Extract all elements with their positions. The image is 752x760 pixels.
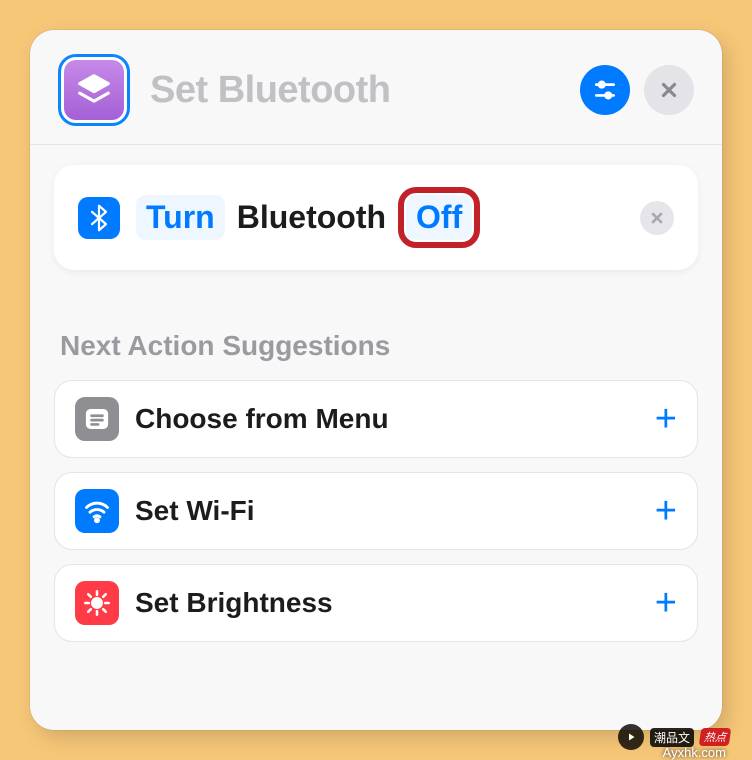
menu-icon-tile [75, 397, 119, 441]
suggestion-set-wifi[interactable]: Set Wi-Fi + [54, 472, 698, 550]
bluetooth-icon [87, 204, 111, 232]
close-icon [649, 210, 665, 226]
bluetooth-icon-tile [78, 197, 120, 239]
action-text: Turn Bluetooth Off [136, 187, 480, 248]
suggestion-label: Set Wi-Fi [135, 495, 255, 527]
suggestion-label: Choose from Menu [135, 403, 389, 435]
action-verb-token[interactable]: Turn [136, 195, 225, 240]
wifi-icon [83, 497, 111, 525]
remove-action-button[interactable] [640, 201, 674, 235]
watermark-text-2: 热点 [699, 728, 732, 746]
highlight-frame: Off [398, 187, 480, 248]
suggestion-label: Set Brightness [135, 587, 333, 619]
shortcut-icon-tile [64, 60, 124, 120]
action-state-token[interactable]: Off [406, 195, 472, 240]
menu-list-icon [84, 406, 110, 432]
settings-button[interactable] [580, 65, 630, 115]
close-button[interactable] [644, 65, 694, 115]
plus-icon[interactable]: + [655, 582, 677, 625]
close-icon [658, 79, 680, 101]
brightness-icon-tile [75, 581, 119, 625]
plus-icon[interactable]: + [655, 398, 677, 441]
suggestion-set-brightness[interactable]: Set Brightness + [54, 564, 698, 642]
shortcuts-panel: Set Bluetooth Turn Bluetooth [30, 30, 722, 730]
watermark-url: Ayxhk.com [663, 745, 726, 760]
layers-icon [75, 71, 113, 109]
sliders-icon [592, 77, 618, 103]
play-circle-icon [618, 724, 644, 750]
header: Set Bluetooth [30, 30, 722, 145]
action-subject-token: Bluetooth [231, 195, 392, 240]
watermark-text-1: 潮品文 [650, 728, 694, 747]
wifi-icon-tile [75, 489, 119, 533]
brightness-icon [83, 589, 111, 617]
action-set-bluetooth[interactable]: Turn Bluetooth Off [54, 165, 698, 270]
page-title[interactable]: Set Bluetooth [150, 69, 580, 112]
plus-icon[interactable]: + [655, 490, 677, 533]
suggestion-choose-from-menu[interactable]: Choose from Menu + [54, 380, 698, 458]
suggestions-heading: Next Action Suggestions [60, 330, 692, 362]
shortcut-app-icon-selected[interactable] [58, 54, 130, 126]
